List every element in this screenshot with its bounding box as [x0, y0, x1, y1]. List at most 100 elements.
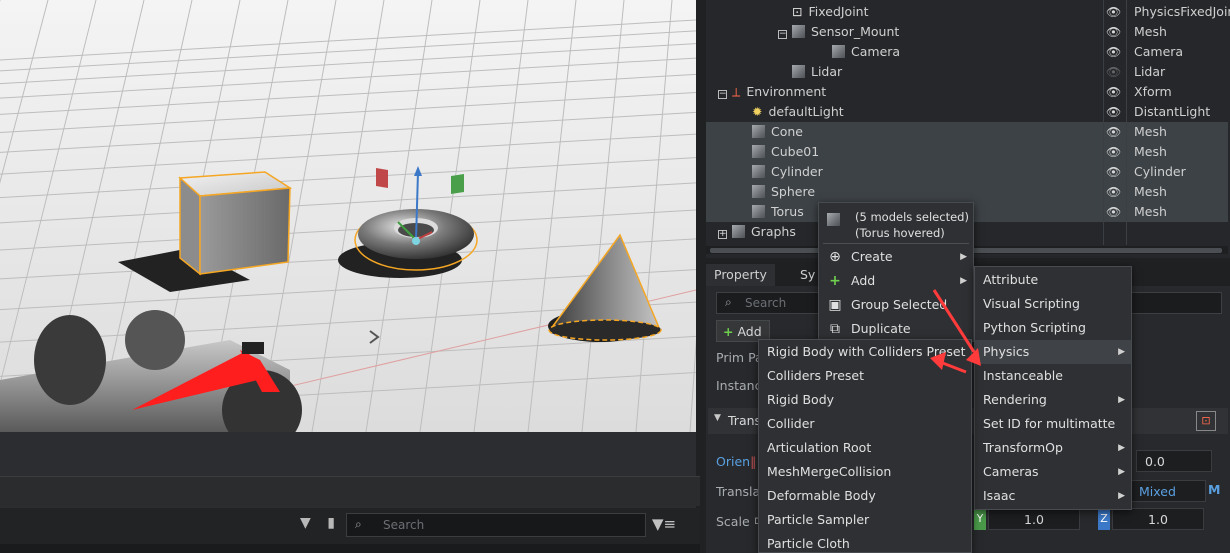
- collapse-arrow-icon: ▼: [714, 413, 721, 423]
- eye-icon[interactable]: 👁: [1106, 22, 1126, 42]
- translate-mixed-field[interactable]: Mixed: [1130, 480, 1206, 502]
- add-menu-item-physics[interactable]: Physics ▶: [975, 340, 1131, 364]
- eye-icon[interactable]: 👁: [1106, 202, 1126, 222]
- physics-menu-item-meshmergecollision[interactable]: MeshMergeCollision: [759, 460, 971, 484]
- eye-icon[interactable]: 👁: [1106, 182, 1126, 202]
- add-menu-item-transformop[interactable]: TransformOp ▶: [975, 436, 1131, 460]
- stage-row-type: Xform: [1134, 84, 1172, 99]
- stage-row-type: Lidar: [1134, 64, 1166, 79]
- scale-z-field[interactable]: 1.0: [1112, 508, 1204, 530]
- add-menu-item-rendering[interactable]: Rendering ▶: [975, 388, 1131, 412]
- menu-item-duplicate[interactable]: ⧉ Duplicate: [819, 317, 973, 341]
- submenu-arrow-icon: ▶: [960, 276, 967, 286]
- stage-row-type: DistantLight: [1134, 104, 1211, 119]
- menu-item-label: Rendering: [983, 392, 1047, 407]
- cube-object[interactable]: [178, 171, 293, 276]
- context-menu-header: (5 models selected) (Torus hovered): [855, 210, 969, 240]
- mesh-cube-icon: [792, 65, 805, 78]
- physics-menu-item-rigid-body-with-colliders-preset[interactable]: Rigid Body with Colliders Preset: [759, 340, 971, 364]
- viewport-3d[interactable]: [0, 0, 696, 432]
- models-cube-icon: [827, 213, 843, 229]
- submenu-arrow-icon: ▶: [1118, 347, 1125, 357]
- stage-row-type: Mesh: [1134, 24, 1167, 39]
- stage-row-cone[interactable]: Cone 👁 Mesh: [706, 122, 1228, 142]
- stage-row-label: Graphs: [751, 224, 796, 239]
- eye-icon[interactable]: 👁: [1106, 122, 1126, 142]
- stage-row-lidar[interactable]: Lidar 👁 Lidar: [706, 62, 1228, 82]
- menu-item-group-selected[interactable]: ▣ Group Selected: [819, 293, 973, 317]
- physics-menu-item-deformable-body[interactable]: Deformable Body: [759, 484, 971, 508]
- app-root: ▼ ▮ ⌕ Search ▼≡ ⊡ FixedJoint 👁 PhysicsFixed…: [0, 0, 1230, 553]
- stage-row-label: FixedJoint: [808, 4, 869, 19]
- stage-row-name: ⊡ FixedJoint: [792, 2, 869, 22]
- menu-item-add[interactable]: + Add ▶: [819, 269, 973, 293]
- scale-z-axis: Z: [1098, 508, 1110, 530]
- menu-item-create[interactable]: ⊕ Create ▶: [819, 245, 973, 269]
- stage-row-defaultlight[interactable]: ✹ defaultLight 👁 DistantLight: [706, 102, 1228, 122]
- stage-row-type: Camera: [1134, 44, 1184, 59]
- mesh-cube-icon: [752, 185, 765, 198]
- transform-reset-icon[interactable]: ⊡: [1196, 411, 1216, 431]
- physics-menu-item-articulation-root[interactable]: Articulation Root: [759, 436, 971, 460]
- stage-row-environment[interactable]: − ⟂ Environment 👁 Xform: [706, 82, 1228, 102]
- physics-menu-item-rigid-body[interactable]: Rigid Body: [759, 388, 971, 412]
- physics-menu-item-particle-cloth[interactable]: Particle Cloth: [759, 532, 971, 553]
- stage-row-sensor-mount[interactable]: − Sensor_Mount 👁 Mesh: [706, 22, 1228, 42]
- tab-property[interactable]: Property: [706, 264, 775, 286]
- add-menu-item-python-scripting[interactable]: Python Scripting: [975, 316, 1131, 340]
- stage-row-cylinder[interactable]: Cylinder 👁 Cylinder: [706, 162, 1228, 182]
- stage-row-cube01[interactable]: Cube01 👁 Mesh: [706, 142, 1228, 162]
- eye-icon[interactable]: 👁: [1106, 82, 1126, 102]
- expand-icon[interactable]: +: [718, 230, 727, 239]
- menu-item-label: Python Scripting: [983, 320, 1086, 335]
- content-list-strip: [0, 544, 700, 553]
- add-menu-item-visual-scripting[interactable]: Visual Scripting: [975, 292, 1131, 316]
- eye-icon[interactable]: 👁: [1106, 42, 1126, 62]
- stage-row-type: Cylinder: [1134, 164, 1186, 179]
- stage-row-label: Cube01: [771, 144, 820, 159]
- instanceable-label: Instanc: [716, 378, 762, 393]
- stage-row-name: − Sensor_Mount: [778, 22, 899, 42]
- timeline-bar[interactable]: [0, 476, 700, 506]
- viewport-scene: [0, 0, 696, 432]
- eye-icon[interactable]: 👁: [1106, 102, 1126, 122]
- eye-icon[interactable]: 👁: [1106, 2, 1126, 22]
- stage-row-label: Sphere: [771, 184, 816, 199]
- eye-icon[interactable]: 👁: [1106, 162, 1126, 182]
- plus-circle-icon: ⊕: [829, 249, 841, 265]
- stage-row-camera[interactable]: Camera 👁 Camera: [706, 42, 1228, 62]
- stage-row-type: PhysicsFixedJoin: [1134, 4, 1230, 19]
- stage-row-sphere[interactable]: Sphere 👁 Mesh: [706, 182, 1228, 202]
- eye-icon[interactable]: 👁: [1106, 142, 1126, 162]
- physics-menu-item-collider[interactable]: Collider: [759, 412, 971, 436]
- orient-value-field[interactable]: 0.0: [1136, 450, 1212, 472]
- add-menu-item-instanceable[interactable]: Instanceable: [975, 364, 1131, 388]
- menu-item-label: Isaac: [983, 488, 1016, 503]
- collapse-icon[interactable]: −: [778, 30, 787, 39]
- dropdown-arrow-icon[interactable]: ▼: [300, 515, 311, 531]
- column-divider[interactable]: [1126, 0, 1127, 245]
- add-menu-item-set-id-for-multimatte[interactable]: Set ID for multimatte: [975, 412, 1131, 436]
- eye-hidden-icon[interactable]: 👁: [1106, 62, 1126, 82]
- filter-icon[interactable]: ▼≡: [652, 515, 676, 533]
- stage-row-name: − ⟂ Environment: [718, 82, 826, 102]
- physics-menu-item-colliders-preset[interactable]: Colliders Preset: [759, 364, 971, 388]
- toolbar-icons[interactable]: ▼ ▮: [300, 515, 335, 531]
- mesh-cube-icon: [752, 145, 765, 158]
- add-menu-item-attribute[interactable]: Attribute: [975, 268, 1131, 292]
- menu-item-label: Create: [851, 249, 893, 264]
- add-menu-item-cameras[interactable]: Cameras ▶: [975, 460, 1131, 484]
- scale-y-field[interactable]: 1.0: [988, 508, 1080, 530]
- stage-row-label: Cylinder: [771, 164, 823, 179]
- collapse-icon[interactable]: −: [718, 90, 727, 99]
- add-menu-item-isaac[interactable]: Isaac ▶: [975, 484, 1131, 508]
- orient-bars-icon: ‖: [750, 454, 757, 469]
- stage-row-fixedjoint[interactable]: ⊡ FixedJoint 👁 PhysicsFixedJoin: [706, 2, 1230, 22]
- content-search-input[interactable]: ⌕ Search: [346, 513, 646, 537]
- scale-y-axis: Y: [974, 508, 986, 530]
- column-divider[interactable]: [1103, 0, 1104, 245]
- bookmark-icon[interactable]: ▮: [327, 515, 335, 531]
- physics-menu-item-particle-sampler[interactable]: Particle Sampler: [759, 508, 971, 532]
- stage-row-name: Lidar: [792, 62, 842, 82]
- plus-icon: +: [829, 273, 841, 289]
